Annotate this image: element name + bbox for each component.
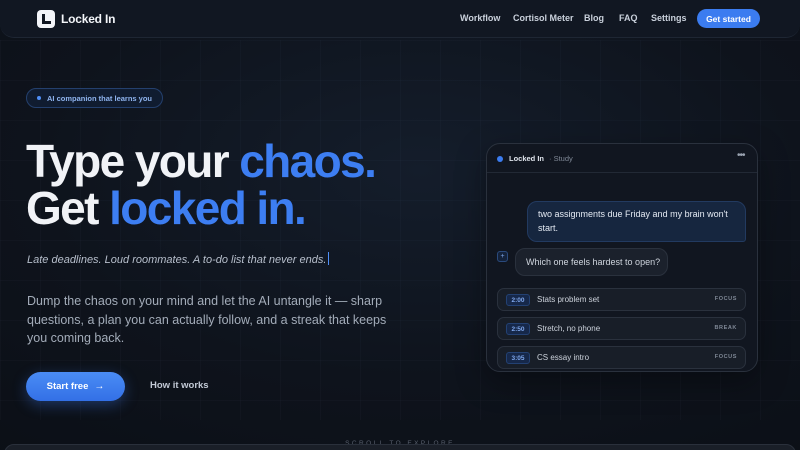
hero-description: Dump the chaos on your mind and let the … [27,294,387,345]
task-label: Stretch, no phone [537,324,601,333]
text-caret-icon [328,252,330,265]
status-dot-icon [497,156,503,162]
task-time-badge: 3:05 [506,352,530,364]
typed-line-text: Late deadlines. Loud roommates. A to-do … [27,254,327,266]
ai-avatar-icon: + [497,251,508,262]
chat-card-title: Locked In [509,154,545,163]
task-time-badge: 2:50 [506,323,530,335]
task-row[interactable]: 2:00 Stats problem set FOCUS [497,288,746,311]
chat-card-subtitle: · Study [549,154,573,163]
headline-line-2-accent: locked in. [109,182,307,234]
badge-dot-icon [37,96,41,100]
logo-icon[interactable] [37,10,55,28]
task-label: CS essay intro [537,353,590,362]
task-time-badge: 2:00 [506,294,530,306]
task-row[interactable]: 2:50 Stretch, no phone BREAK [497,317,746,340]
chat-card-header: Locked In · Study ••• [487,144,757,173]
nav-link-settings[interactable]: Settings [651,13,687,23]
headline-line-1-accent: chaos. [239,135,377,187]
nav-link-cortisol-meter[interactable]: Cortisol Meter [513,13,574,23]
hero-badge: AI companion that learns you [26,88,163,108]
task-tag: FOCUS [714,296,737,302]
get-started-button[interactable]: Get started [697,9,760,28]
headline-line-1: Type your chaos. [26,135,377,187]
nav-link-faq[interactable]: FAQ [619,13,638,23]
start-free-button[interactable]: Start free → [26,372,125,401]
headline-line-2: Get locked in. [26,182,307,234]
task-tag: BREAK [714,325,737,331]
badge-text: AI companion that learns you [47,93,153,103]
nav-link-blog[interactable]: Blog [584,13,604,23]
arrow-right-icon: → [94,381,105,392]
task-row[interactable]: 3:05 CS essay intro FOCUS [497,346,746,369]
headline-line-2-plain: Get [26,182,110,234]
ai-message-bubble: Which one feels hardest to open? [515,248,668,276]
user-message-bubble: two assignments due Friday and my brain … [527,201,746,242]
task-label: Stats problem set [537,295,600,304]
ellipsis-icon[interactable]: ••• [737,150,745,161]
start-free-label: Start free [46,381,89,392]
top-nav: Locked In Workflow Cortisol Meter Blog F… [0,0,800,38]
next-section-panel [4,444,796,450]
how-it-works-button[interactable]: How it works [150,380,209,391]
typed-line: Late deadlines. Loud roommates. A to-do … [27,252,330,266]
task-tag: FOCUS [714,354,737,360]
nav-link-workflow[interactable]: Workflow [460,13,500,23]
headline-line-1-plain: Type your [26,135,240,187]
logo-text[interactable]: Locked In [61,12,115,26]
